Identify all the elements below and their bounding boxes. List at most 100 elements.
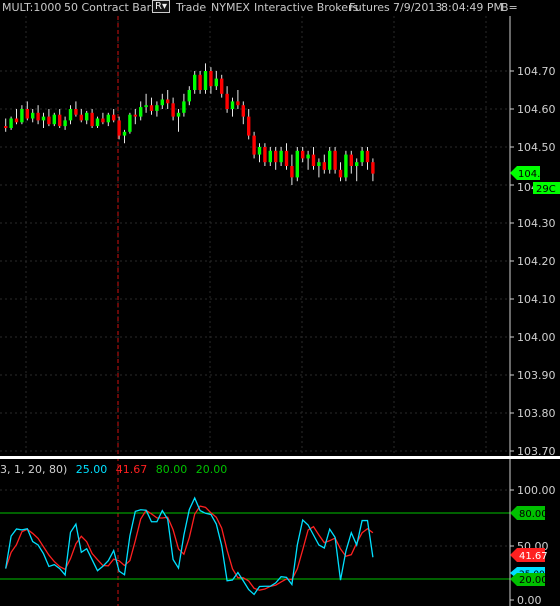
svg-text:80.00: 80.00 bbox=[519, 509, 548, 520]
candle-body bbox=[333, 150, 337, 170]
candle-body bbox=[4, 126, 8, 128]
candle-body bbox=[301, 150, 305, 159]
candle-body bbox=[193, 74, 197, 90]
candle-body bbox=[47, 116, 51, 125]
candle-body bbox=[133, 114, 137, 117]
svg-text:20.00: 20.00 bbox=[519, 575, 548, 586]
candle-body bbox=[166, 99, 170, 104]
candle-body bbox=[209, 71, 213, 87]
candle-body bbox=[95, 118, 100, 127]
slow-value-label: 41.67 bbox=[115, 463, 148, 476]
candle-body bbox=[236, 101, 240, 106]
candle-body bbox=[155, 105, 159, 111]
countdown-tag: 29C bbox=[533, 182, 560, 195]
candle-body bbox=[112, 114, 116, 121]
svg-text:41.67: 41.67 bbox=[519, 551, 548, 562]
lower-level-label: 20.00 bbox=[195, 463, 228, 476]
candle-body bbox=[241, 105, 245, 117]
candle-body bbox=[284, 150, 289, 166]
params-prefix: 3, 1, 20, 80) bbox=[0, 463, 68, 476]
candle-body bbox=[349, 154, 353, 166]
candle-body bbox=[25, 109, 29, 119]
candle-body bbox=[31, 112, 35, 119]
candlestick-series bbox=[4, 63, 375, 185]
candle-body bbox=[274, 150, 278, 163]
candle-body bbox=[279, 150, 283, 163]
price-tick-label: 104.60 bbox=[517, 103, 556, 116]
candle-body bbox=[149, 105, 154, 111]
candle-body bbox=[122, 131, 127, 136]
price-tick-label: 104.70 bbox=[517, 65, 556, 78]
candle-body bbox=[252, 135, 256, 155]
price-tick-label: 104.30 bbox=[517, 217, 556, 230]
slow-value-tag: 41.67 bbox=[510, 548, 548, 562]
candle-body bbox=[360, 150, 364, 163]
candle-body bbox=[90, 112, 94, 127]
price-grid bbox=[0, 16, 510, 456]
candle-body bbox=[171, 103, 175, 117]
candle-body bbox=[328, 150, 332, 170]
upper-level-label: 80.00 bbox=[155, 463, 188, 476]
candle-body bbox=[306, 154, 310, 159]
candle-body bbox=[9, 118, 13, 128]
price-tick-label: 104.10 bbox=[517, 293, 556, 306]
candle-body bbox=[290, 166, 294, 178]
candle-body bbox=[338, 169, 343, 178]
candle-body bbox=[203, 71, 208, 90]
indicator-grid bbox=[0, 489, 510, 547]
candle-body bbox=[14, 118, 19, 123]
panel-separator[interactable] bbox=[0, 456, 560, 459]
ind-tick-0: 0.00 bbox=[517, 594, 542, 606]
candle-body bbox=[128, 114, 132, 132]
candle-body bbox=[230, 101, 235, 109]
candle-body bbox=[52, 114, 56, 125]
candle-body bbox=[322, 162, 326, 170]
upper-level-tag: 80.00 bbox=[510, 506, 548, 520]
candle-body bbox=[247, 116, 251, 136]
fast-value-label: 25.00 bbox=[75, 463, 108, 476]
price-tick-label: 103.90 bbox=[517, 369, 556, 382]
candle-body bbox=[117, 120, 121, 136]
ind-tick-100: 100.00 bbox=[517, 484, 556, 497]
candle-body bbox=[101, 118, 105, 123]
indicator-parameters[interactable]: 3, 1, 20, 80) 25.00 41.67 80.00 20.00 bbox=[0, 463, 232, 476]
candle-body bbox=[74, 109, 78, 115]
candle-body bbox=[344, 154, 348, 178]
candle-body bbox=[36, 112, 40, 121]
last-price-tag: 104.43 bbox=[510, 166, 553, 180]
candle-body bbox=[295, 150, 299, 178]
candle-body bbox=[225, 93, 229, 109]
candle-body bbox=[371, 162, 375, 174]
candle-body bbox=[79, 114, 83, 121]
candle-body bbox=[355, 162, 359, 166]
chart-canvas[interactable]: 104.70 104.60 104.50 104.30 104.20 104.10 104.… bbox=[0, 0, 560, 606]
countdown-value: 29C bbox=[536, 184, 556, 195]
candle-body bbox=[176, 112, 181, 117]
candle-body bbox=[263, 147, 267, 163]
last-price-value: 104.43 bbox=[518, 169, 553, 180]
candle-body bbox=[220, 78, 224, 94]
price-tick-label: 104.20 bbox=[517, 255, 556, 268]
candle-body bbox=[268, 150, 272, 163]
candle-body bbox=[20, 109, 24, 123]
candle-body bbox=[317, 162, 321, 166]
candle-body bbox=[68, 109, 73, 121]
candle-body bbox=[198, 74, 202, 90]
candle-body bbox=[311, 154, 316, 166]
candle-body bbox=[63, 120, 67, 127]
price-tick-label: 104.50 bbox=[517, 141, 556, 154]
candle-body bbox=[139, 107, 143, 117]
candle-body bbox=[160, 99, 164, 106]
slow-stochastic-line bbox=[5, 505, 374, 591]
candle-body bbox=[144, 105, 148, 108]
candle-body bbox=[85, 112, 89, 121]
candle-body bbox=[187, 90, 191, 102]
candle-body bbox=[106, 114, 110, 123]
candle-body bbox=[214, 78, 218, 87]
candle-body bbox=[58, 114, 62, 127]
lower-level-tag: 20.00 bbox=[510, 573, 548, 586]
price-tick-label: 103.80 bbox=[517, 407, 556, 420]
candle-body bbox=[365, 150, 370, 163]
candle-body bbox=[182, 101, 186, 113]
candle-body bbox=[257, 147, 262, 155]
